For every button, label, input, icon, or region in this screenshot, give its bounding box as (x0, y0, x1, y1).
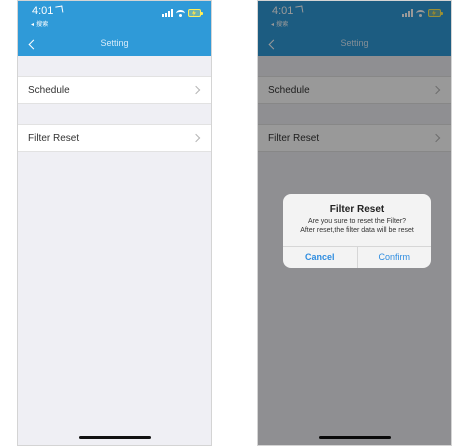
settings-row-filter-reset[interactable]: Filter Reset (18, 124, 211, 152)
chevron-right-icon (191, 85, 201, 95)
status-time: 4:01 (32, 5, 54, 17)
dialog-title: Filter Reset (329, 204, 385, 215)
settings-list: Schedule Filter Reset (18, 56, 211, 445)
back-to-app-link[interactable]: ◂ 搜索 (31, 19, 48, 28)
phone-screen-settings: 4:01 ◂ 搜索 Setting Schedule Filter Reset (17, 0, 212, 446)
status-bar: 4:01 ◂ 搜索 (18, 1, 211, 32)
phone-screen-filter-reset-dialog: 4:01 ◂ 搜索 Setting Schedule Filter Reset … (257, 0, 452, 446)
row-label: Schedule (28, 85, 70, 96)
cancel-button[interactable]: Cancel (283, 247, 358, 268)
cellular-signal-icon (162, 9, 173, 17)
row-label: Filter Reset (28, 133, 80, 144)
location-arrow-icon (55, 5, 64, 14)
status-time-group: 4:01 (32, 5, 64, 17)
nav-bar: Setting (18, 32, 211, 56)
dialog-message-line-2: After reset,the filter data will be rese… (300, 227, 414, 234)
chevron-right-icon (191, 133, 201, 143)
confirm-button[interactable]: Confirm (358, 247, 432, 268)
status-indicators (162, 9, 203, 17)
page-title: Setting (100, 38, 129, 48)
battery-charging-icon (188, 9, 203, 17)
filter-reset-dialog: Filter Reset Are you sure to reset the F… (283, 194, 431, 268)
settings-row-schedule[interactable]: Schedule (18, 76, 211, 104)
dialog-message-line-1: Are you sure to reset the Filter? (307, 218, 407, 225)
dialog-actions: Cancel Confirm (283, 246, 431, 268)
wifi-icon (176, 9, 185, 17)
home-indicator[interactable] (78, 436, 151, 439)
dialog-message: Are you sure to reset the Filter? After … (283, 217, 431, 235)
